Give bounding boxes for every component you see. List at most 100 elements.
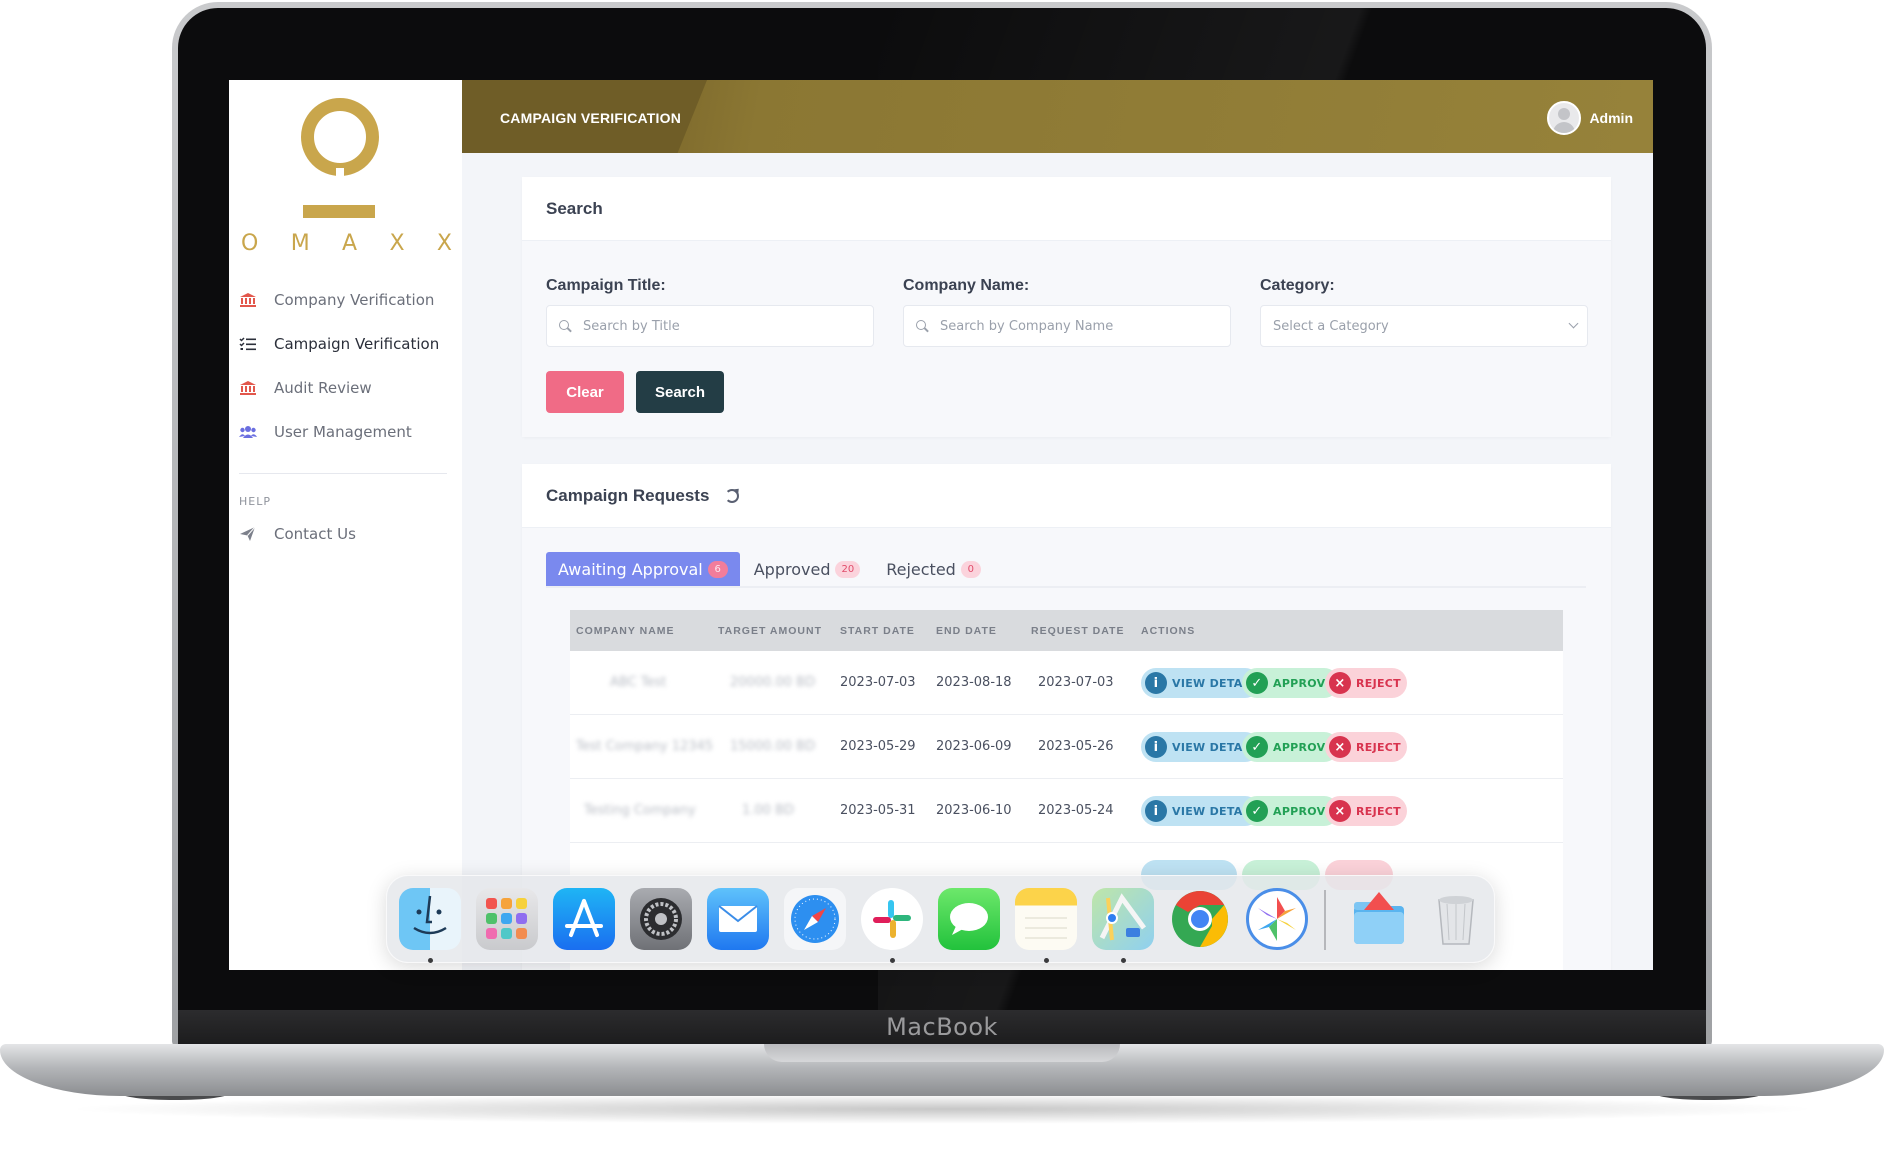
messages-icon[interactable] (938, 888, 1000, 950)
mail-icon[interactable] (707, 888, 769, 950)
search-panel: Search Campaign Title: Search by Title C… (522, 177, 1611, 437)
close-icon: × (1329, 736, 1351, 758)
help-heading: HELP (239, 495, 271, 508)
slack-icon[interactable] (861, 888, 923, 950)
sidebar-item-label: Contact Us (274, 525, 356, 543)
company-name-cell: Testing Company (584, 803, 696, 818)
reject-button[interactable]: × REJECT (1325, 732, 1407, 762)
search-panel-body: Campaign Title: Search by Title Company … (522, 241, 1611, 437)
sidebar-divider (239, 473, 447, 474)
info-icon: i (1145, 672, 1167, 694)
bank-icon (239, 292, 257, 308)
notes-icon[interactable] (1015, 888, 1077, 950)
campaign-title-input[interactable]: Search by Title (546, 305, 874, 347)
campaign-requests-header: Campaign Requests (522, 464, 1611, 528)
tab-approved[interactable]: Approved 20 (742, 552, 872, 586)
company-name-input[interactable]: Search by Company Name (903, 305, 1231, 347)
logo-bar-icon (303, 205, 375, 218)
paper-plane-icon (239, 526, 257, 542)
status-tabs: Awaiting Approval 6 Approved 20 Rejected… (546, 552, 995, 586)
sidebar-item-label: Audit Review (274, 379, 372, 397)
company-name-label: Company Name: (903, 277, 1030, 294)
table-row: Testing Company 1.00 BD 2023-05-31 2023-… (570, 779, 1563, 843)
close-icon: × (1329, 800, 1351, 822)
count-badge: 0 (960, 560, 981, 578)
company-name-cell: Test Company 12345 (576, 739, 714, 754)
tab-rejected[interactable]: Rejected 0 (874, 552, 993, 586)
close-icon: × (1329, 672, 1351, 694)
base-notch (764, 1044, 1120, 1062)
logo-letter: M (290, 231, 310, 256)
request-date-cell: 2023-05-26 (1038, 739, 1114, 754)
sidebar-item-company-verification[interactable]: Company Verification (229, 278, 462, 322)
end-date-cell: 2023-06-10 (936, 803, 1012, 818)
downloads-folder-icon[interactable] (1348, 888, 1410, 950)
app-store-icon[interactable] (553, 888, 615, 950)
sidebar-help-nav: Contact Us (229, 512, 462, 556)
table-row: ABC Test 20000.00 BD 2023-07-03 2023-08-… (570, 651, 1563, 715)
category-selected-value: Select a Category (1273, 318, 1389, 334)
sidebar-item-audit-review[interactable]: Audit Review (229, 366, 462, 410)
target-amount-cell: 15000.00 BD (730, 739, 816, 754)
photos-icon[interactable] (1246, 888, 1308, 950)
search-icon (916, 320, 928, 332)
check-icon: ✓ (1246, 736, 1268, 758)
chevron-down-icon (1568, 318, 1579, 329)
trash-icon[interactable] (1425, 888, 1487, 950)
sidebar-item-user-management[interactable]: User Management (229, 410, 462, 454)
dock-separator (1324, 890, 1326, 950)
user-name: Admin (1589, 110, 1633, 126)
system-settings-icon[interactable] (630, 888, 692, 950)
logo-letter: A (342, 231, 358, 256)
start-date-cell: 2023-05-29 (840, 739, 916, 754)
info-icon: i (1145, 800, 1167, 822)
search-button[interactable]: Search (636, 371, 724, 413)
action-label: REJECT (1356, 804, 1401, 818)
info-icon: i (1145, 736, 1167, 758)
column-header: ACTIONS (1141, 624, 1196, 637)
target-amount-cell: 20000.00 BD (730, 675, 816, 690)
column-header: COMPANY NAME (576, 624, 675, 637)
check-icon: ✓ (1246, 672, 1268, 694)
table-header: COMPANY NAME TARGET AMOUNT START DATE EN… (570, 610, 1563, 651)
reject-button[interactable]: × REJECT (1325, 668, 1407, 698)
logo-letter: O (241, 231, 259, 256)
search-icon (559, 320, 571, 332)
base-shadow (60, 1094, 1824, 1124)
bank-icon (239, 380, 257, 396)
campaign-requests-title: Campaign Requests (546, 485, 710, 505)
refresh-icon[interactable] (725, 488, 740, 503)
category-select[interactable]: Select a Category (1260, 305, 1588, 347)
omaxx-logo[interactable]: O M A X X (229, 98, 462, 256)
count-badge: 20 (835, 560, 861, 578)
running-indicator (428, 958, 433, 963)
finder-icon[interactable] (399, 888, 461, 950)
tab-label: Approved (753, 559, 831, 579)
sidebar: O M A X X Company Verification Campaign … (229, 80, 462, 970)
action-label: REJECT (1356, 740, 1401, 754)
top-header: CAMPAIGN VERIFICATION Admin (462, 80, 1653, 153)
action-label: REJECT (1356, 676, 1401, 690)
tab-awaiting-approval[interactable]: Awaiting Approval 6 (546, 552, 740, 586)
safari-icon[interactable] (784, 888, 846, 950)
user-menu[interactable]: Admin (1547, 101, 1633, 135)
sidebar-item-campaign-verification[interactable]: Campaign Verification (229, 322, 462, 366)
tab-label: Awaiting Approval (558, 559, 703, 579)
users-icon (239, 424, 257, 440)
tabs-underline (546, 586, 1586, 588)
launchpad-icon[interactable] (476, 888, 538, 950)
count-badge: 6 (707, 560, 728, 578)
campaign-title-placeholder: Search by Title (583, 318, 680, 334)
macos-dock (386, 875, 1495, 963)
end-date-cell: 2023-06-09 (936, 739, 1012, 754)
search-panel-title: Search (522, 177, 1611, 241)
logo-letter: X (389, 231, 405, 256)
logo-gap (336, 168, 344, 200)
company-name-cell: ABC Test (610, 675, 667, 690)
chrome-icon[interactable] (1169, 888, 1231, 950)
sidebar-item-contact-us[interactable]: Contact Us (229, 512, 462, 556)
reject-button[interactable]: × REJECT (1325, 796, 1407, 826)
clear-button[interactable]: Clear (546, 371, 624, 413)
sidebar-item-label: Campaign Verification (274, 335, 440, 353)
maps-icon[interactable] (1092, 888, 1154, 950)
